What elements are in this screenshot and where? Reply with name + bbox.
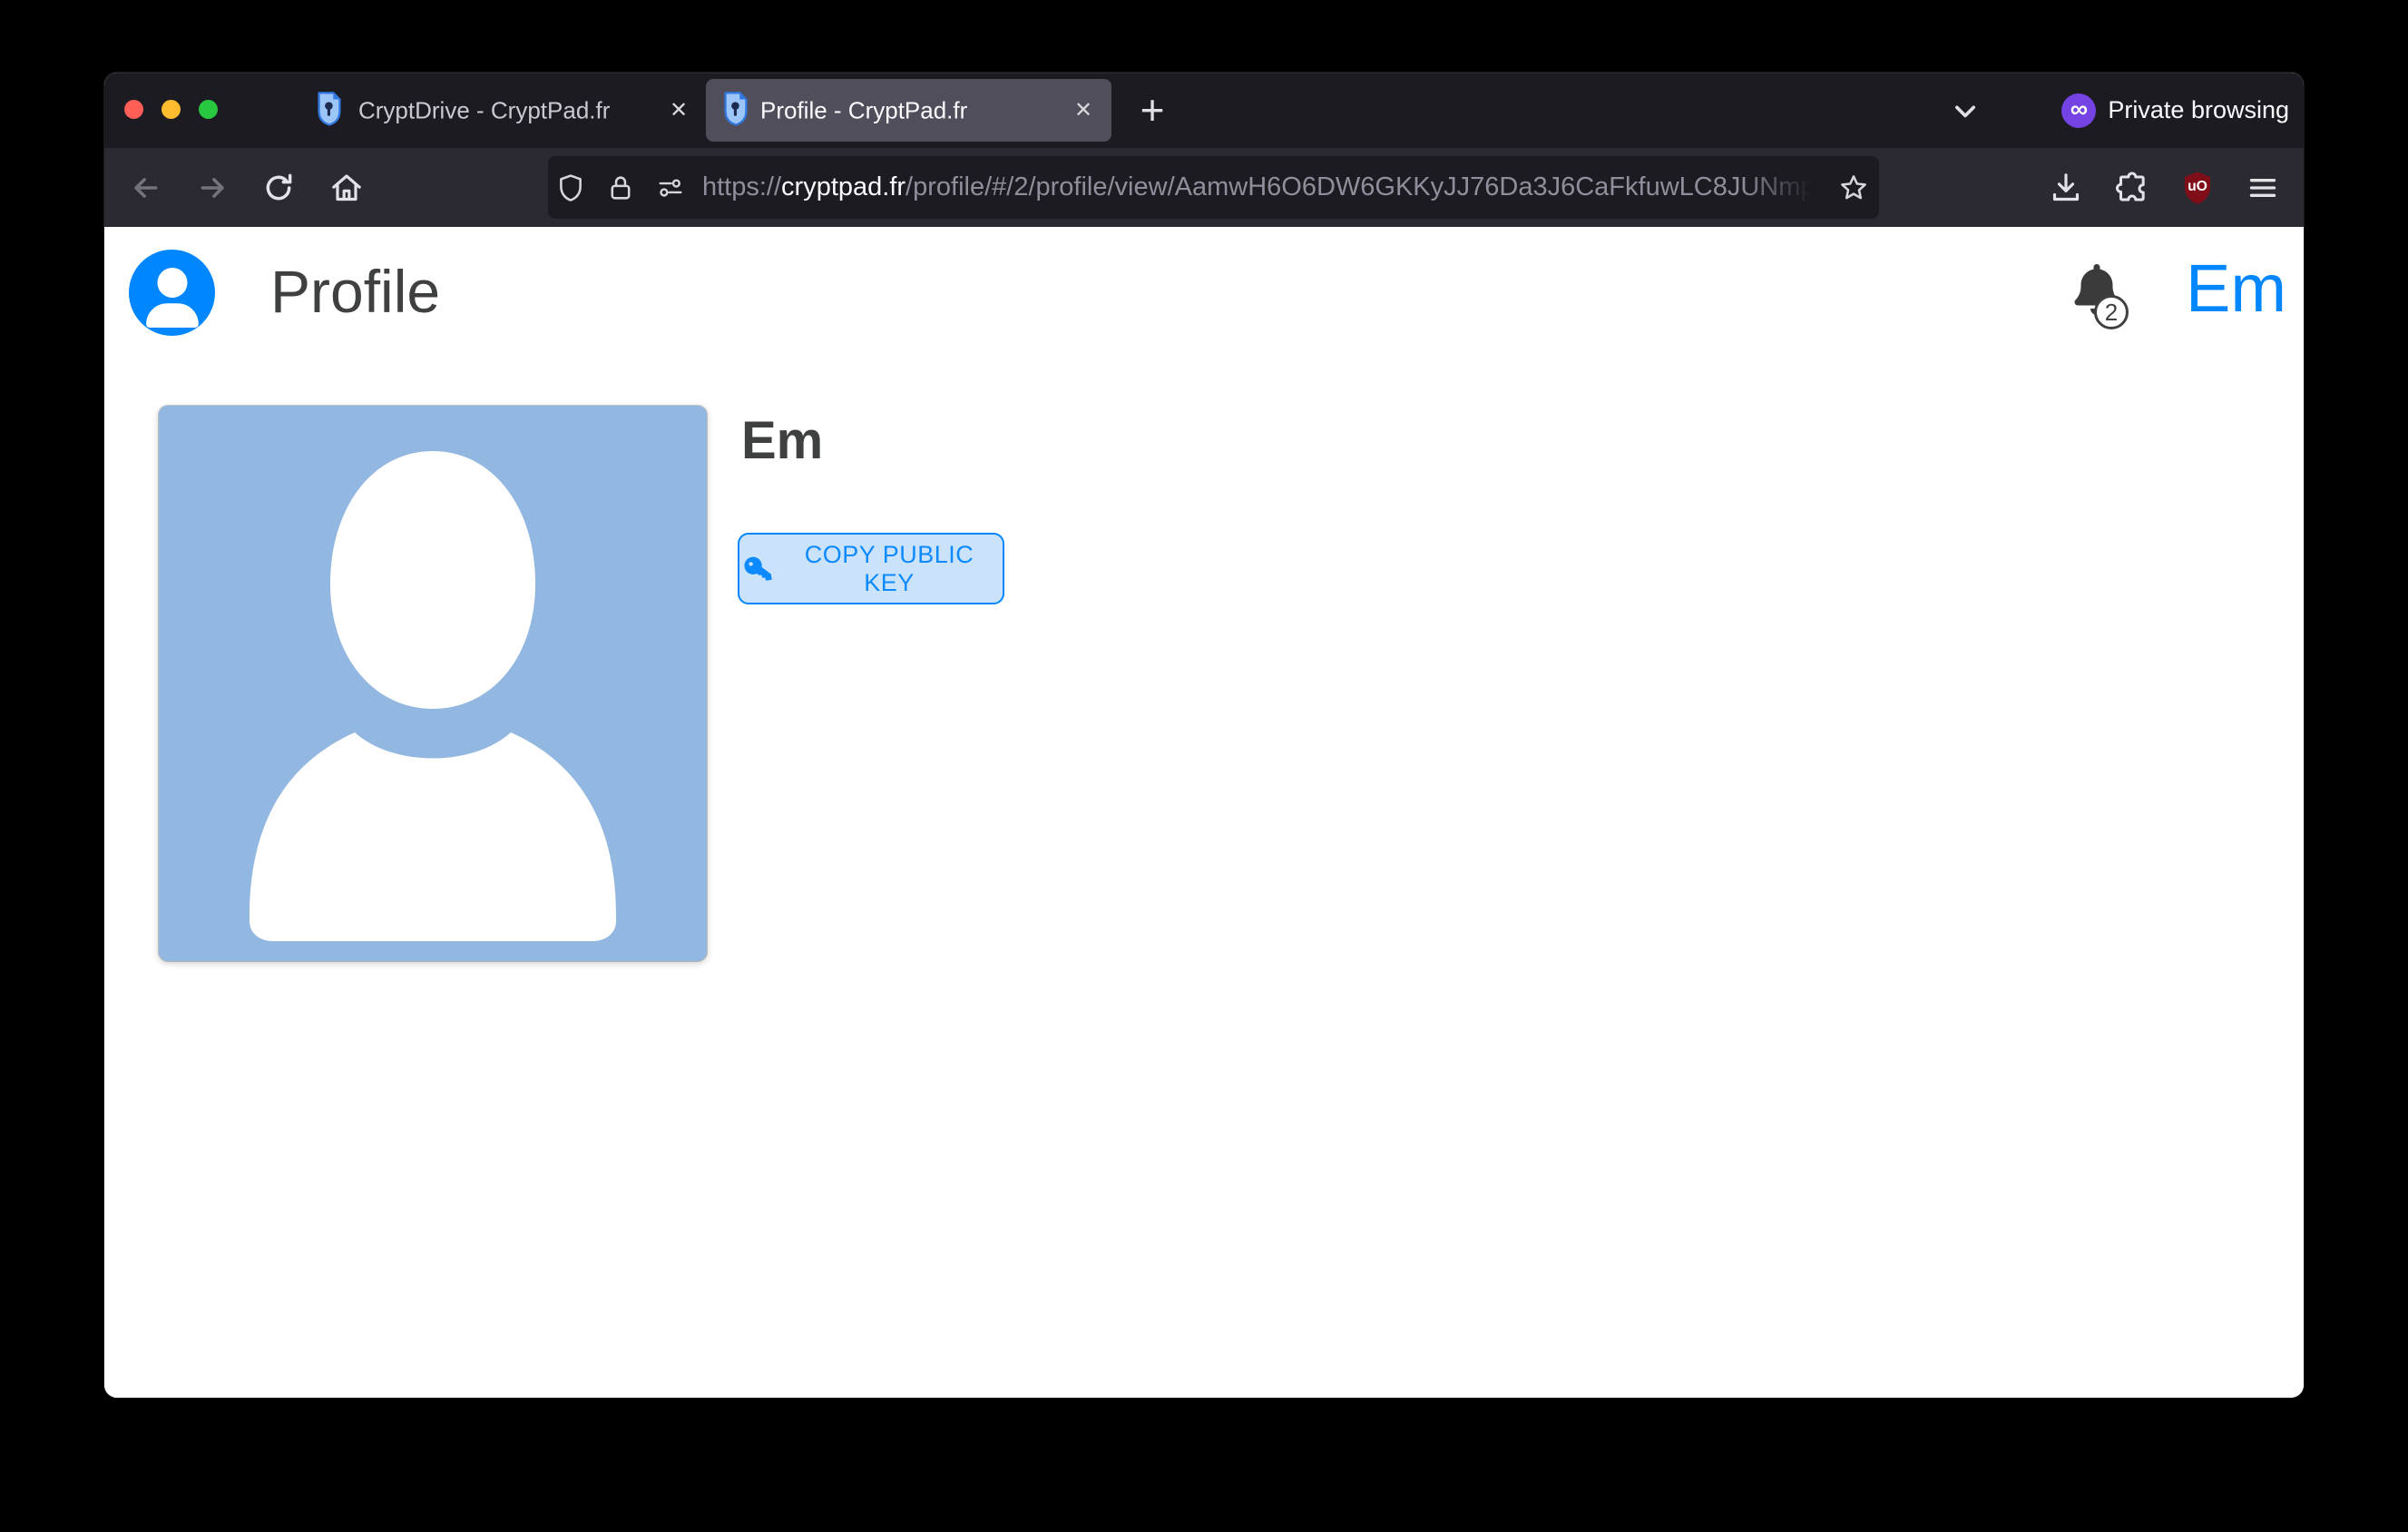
copy-public-key-label: COPY PUBLIC KEY [781, 541, 997, 597]
downloads-button[interactable] [2046, 168, 2086, 208]
tab-close-icon[interactable]: ✕ [663, 95, 694, 126]
cryptpad-profile-app-logo[interactable] [129, 250, 215, 336]
url-bar[interactable]: https://cryptpad.fr/profile/#/2/profile/… [548, 156, 1879, 219]
tab-bar: CryptDrive - CryptPad.fr ✕ Profile - Cry… [104, 73, 2304, 148]
connection-secure-button[interactable] [602, 170, 639, 206]
lock-icon [605, 172, 636, 203]
bookmark-button[interactable] [1835, 170, 1872, 206]
cryptpad-favicon [719, 90, 752, 131]
navigation-toolbar: https://cryptpad.fr/profile/#/2/profile/… [104, 148, 2304, 227]
browser-window: CryptDrive - CryptPad.fr ✕ Profile - Cry… [104, 73, 2304, 1398]
new-tab-button[interactable]: + [1128, 85, 1177, 134]
copy-public-key-button[interactable]: COPY PUBLIC KEY [738, 533, 1004, 604]
forward-button[interactable] [193, 168, 233, 208]
user-icon [146, 268, 199, 328]
profile-avatar-placeholder [159, 406, 707, 961]
extensions-button[interactable] [2112, 168, 2152, 208]
tab-title: Profile - CryptPad.fr [760, 96, 967, 124]
private-browsing-label: Private browsing [2108, 96, 2289, 124]
menu-button[interactable] [2243, 168, 2283, 208]
permissions-button[interactable] [652, 170, 689, 206]
tab-cryptdrive[interactable]: CryptDrive - CryptPad.fr ✕ [222, 73, 706, 148]
key-icon [743, 555, 772, 584]
page-title: Profile [270, 258, 440, 327]
avatar-silhouette-icon [159, 406, 707, 961]
shield-icon [555, 172, 586, 203]
reload-icon [260, 170, 297, 206]
tab-close-icon[interactable]: ✕ [1068, 95, 1099, 126]
maximize-window-button[interactable] [199, 100, 218, 119]
tracking-protection-button[interactable] [553, 170, 589, 206]
url-domain: cryptpad.fr [781, 172, 905, 202]
private-browsing-mask-icon: ∞ [2061, 93, 2096, 128]
permissions-sliders-icon [655, 172, 686, 203]
home-icon [328, 170, 365, 206]
star-icon [1837, 172, 1870, 204]
home-button[interactable] [327, 168, 367, 208]
private-browsing-indicator: ∞ Private browsing [2061, 73, 2289, 148]
arrow-right-icon [195, 170, 231, 206]
profile-display-name: Em [741, 411, 823, 472]
page-content: Profile 2 Em Em COPY PUBLIC KEY [104, 227, 2304, 1398]
arrow-left-icon [127, 170, 163, 206]
toolbar-username-link[interactable]: Em [2186, 250, 2286, 327]
ublock-label: uO [2188, 178, 2207, 193]
chevron-down-icon [1945, 91, 1985, 131]
puzzle-piece-icon [2114, 170, 2150, 206]
ublock-origin-button[interactable]: uO [2178, 168, 2217, 208]
notification-count-badge[interactable]: 2 [2094, 295, 2129, 329]
reload-button[interactable] [259, 168, 299, 208]
url-path: /profile/#/2/profile/view/AamwH6O6DW6GKK… [905, 172, 1824, 202]
ublock-shield-icon: uO [2178, 169, 2217, 207]
list-all-tabs-button[interactable] [1943, 90, 1988, 132]
url-scheme: https:// [702, 172, 781, 202]
window-controls [124, 100, 218, 119]
minimize-window-button[interactable] [162, 100, 181, 119]
back-button[interactable] [125, 168, 165, 208]
tab-title: CryptDrive - CryptPad.fr [358, 96, 610, 124]
url-text[interactable]: https://cryptpad.fr/profile/#/2/profile/… [702, 156, 1824, 219]
hamburger-menu-icon [2245, 170, 2281, 206]
close-window-button[interactable] [124, 100, 143, 119]
tab-profile-active[interactable]: Profile - CryptPad.fr ✕ [706, 79, 1111, 142]
download-icon [2048, 170, 2084, 206]
cryptpad-favicon [313, 90, 346, 131]
